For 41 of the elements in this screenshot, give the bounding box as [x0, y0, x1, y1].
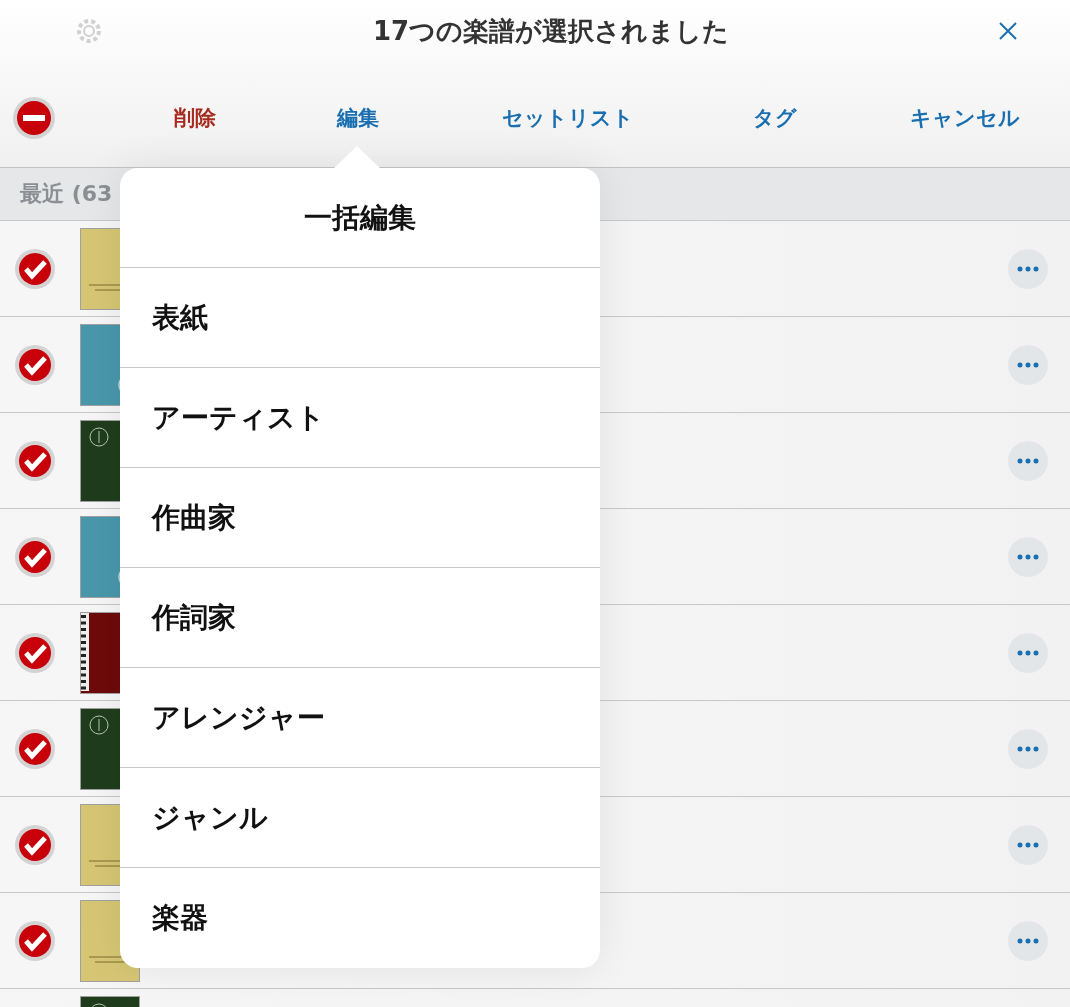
- ellipsis-icon: [1017, 553, 1039, 560]
- ellipsis-icon: [1017, 745, 1039, 752]
- popover-title: 一括編集: [120, 168, 600, 268]
- ellipsis-icon: [1017, 649, 1039, 656]
- checked-icon[interactable]: [14, 343, 56, 386]
- more-button[interactable]: [1008, 344, 1048, 385]
- menu-item[interactable]: アーティスト: [120, 368, 600, 468]
- checked-icon[interactable]: [14, 919, 56, 962]
- ellipsis-icon: [1017, 265, 1039, 272]
- delete-icon[interactable]: [12, 95, 56, 140]
- more-button[interactable]: [1008, 920, 1048, 961]
- ellipsis-icon: [1017, 937, 1039, 944]
- checked-icon[interactable]: [14, 727, 56, 770]
- toolbar-action[interactable]: キャンセル: [904, 99, 1026, 136]
- menu-item[interactable]: アレンジャー: [120, 668, 600, 768]
- menu-item[interactable]: 作曲家: [120, 468, 600, 568]
- checked-icon[interactable]: [14, 823, 56, 866]
- toolbar-action[interactable]: タグ: [747, 99, 803, 136]
- ellipsis-icon: [1017, 361, 1039, 368]
- more-button[interactable]: [1008, 248, 1048, 289]
- menu-item[interactable]: 表紙: [120, 268, 600, 368]
- more-button[interactable]: [1008, 536, 1048, 577]
- toolbar-action[interactable]: 編集: [330, 99, 385, 136]
- close-icon[interactable]: [998, 21, 1018, 41]
- more-button[interactable]: [1008, 728, 1048, 769]
- menu-item[interactable]: 楽器: [120, 868, 600, 968]
- menu-item[interactable]: 作詞家: [120, 568, 600, 668]
- more-button[interactable]: [1008, 632, 1048, 673]
- toolbar-action[interactable]: セットリスト: [495, 99, 640, 136]
- ellipsis-icon: [1017, 841, 1039, 848]
- checked-icon[interactable]: [14, 535, 56, 578]
- menu-item[interactable]: ジャンル: [120, 768, 600, 868]
- more-button[interactable]: [1008, 440, 1048, 481]
- toolbar-action[interactable]: 削除: [168, 99, 222, 136]
- checked-icon[interactable]: [14, 247, 56, 290]
- selection-title: 17つの楽譜が選択されました: [372, 14, 730, 48]
- checked-icon[interactable]: [14, 439, 56, 482]
- section-title: 最近 (63: [20, 180, 113, 208]
- checked-icon[interactable]: [14, 631, 56, 674]
- ellipsis-icon: [1017, 457, 1039, 464]
- more-button[interactable]: [1008, 824, 1048, 865]
